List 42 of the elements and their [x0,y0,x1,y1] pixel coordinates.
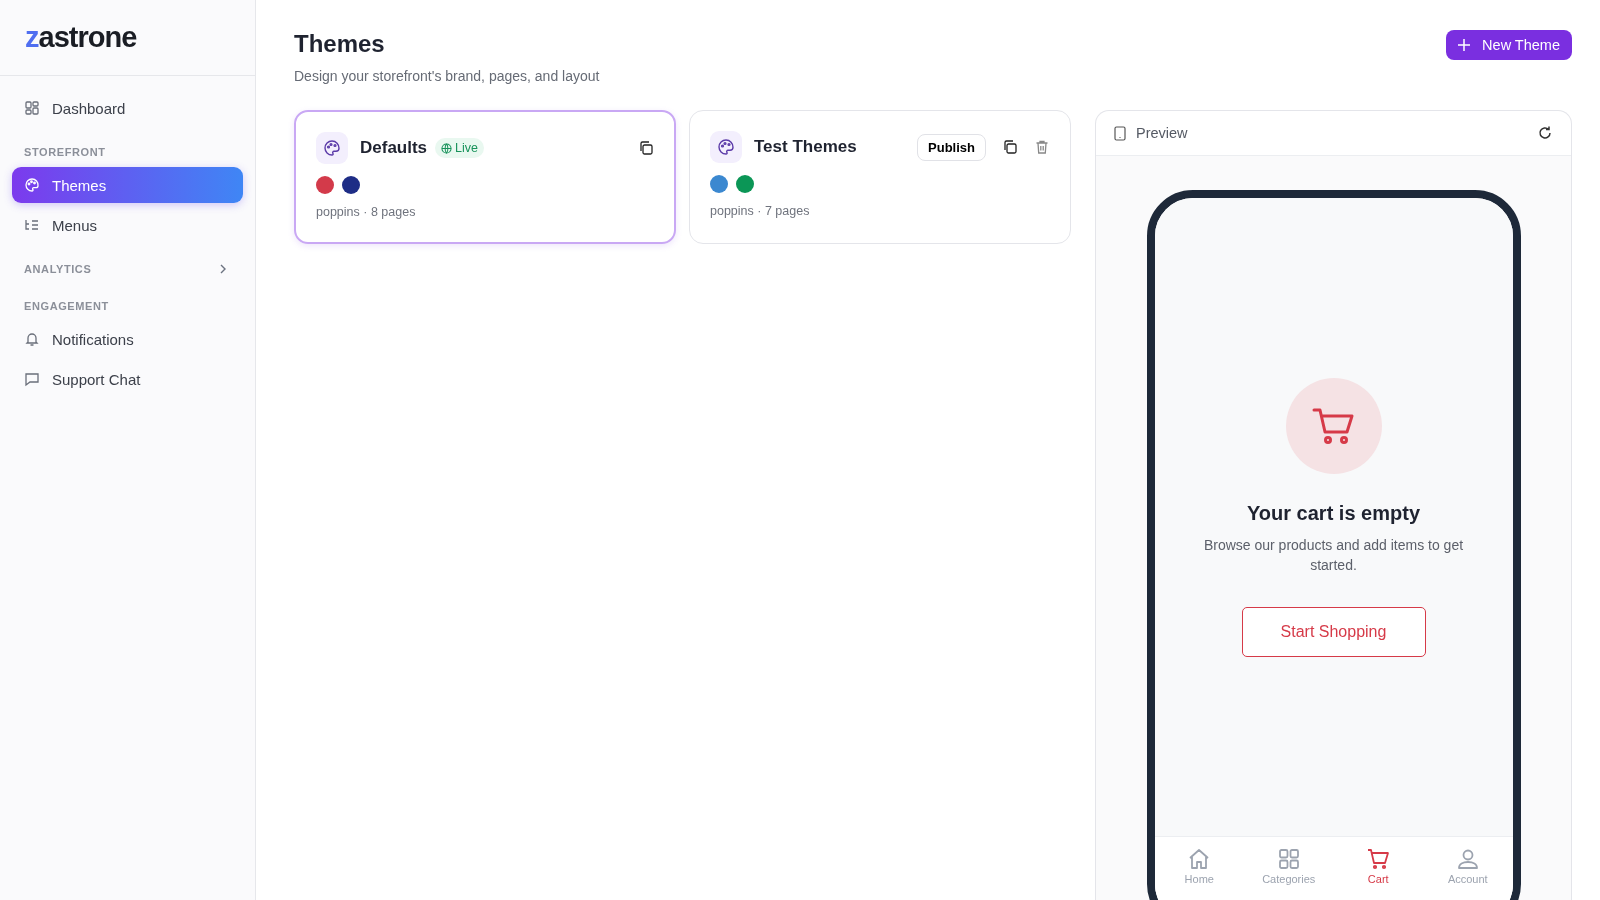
sidebar-item[interactable]: Themes [12,167,243,203]
sidebar-item[interactable]: Menus [12,207,243,243]
theme-card[interactable]: Test Themes Publish poppins · 7 pages [689,110,1071,244]
list-icon [24,217,40,233]
plus-icon [1458,39,1471,51]
new-theme-button[interactable]: New Theme [1446,30,1572,60]
palette-icon [24,177,40,193]
page-title: Themes [294,30,386,58]
theme-name: Defaults [360,138,428,158]
copy-icon[interactable] [638,140,654,156]
theme-meta: poppins · 8 pages [316,205,417,219]
logo: zastrone [25,21,137,54]
section-label: ENGAGEMENT [24,300,109,312]
sidebar-item[interactable]: Support Chat [12,361,243,397]
tab-bar-item[interactable]: Cart [1343,847,1414,900]
palette-icon [710,131,742,163]
theme-name: Test Themes [754,137,857,157]
start-shopping-button[interactable]: Start Shopping [1241,606,1426,657]
preview-title: Preview [1136,125,1188,141]
publish-button[interactable]: Publish [917,133,986,161]
phone-icon [1114,125,1126,141]
cart-icon [1285,377,1382,474]
cart-icon [1366,847,1391,871]
copy-icon[interactable] [1002,139,1018,155]
grid-icon [24,100,40,116]
empty-title: Your cart is empty [1247,501,1420,525]
trash-icon[interactable] [1034,139,1050,155]
user-icon [1455,847,1480,871]
page-subtitle: Design your storefront's brand, pages, and layout [294,68,600,84]
theme-card[interactable]: Defaults Live poppins · 8 pages [294,110,676,244]
section-label: STOREFRONT [24,146,106,158]
refresh-icon[interactable] [1537,125,1553,141]
section-label: ANALYTICS [24,263,92,275]
bell-icon [24,331,40,347]
empty-text: Browse our products and add items to get started. [1202,535,1465,575]
theme-meta: poppins · 7 pages [710,204,811,218]
sidebar-item[interactable]: Notifications [12,321,243,357]
grid-icon [1276,847,1301,871]
palette-icon [316,132,348,164]
sidebar-item[interactable]: Dashboard [12,90,243,126]
live-badge: Live [435,138,484,158]
chat-bubble-icon [24,371,40,387]
